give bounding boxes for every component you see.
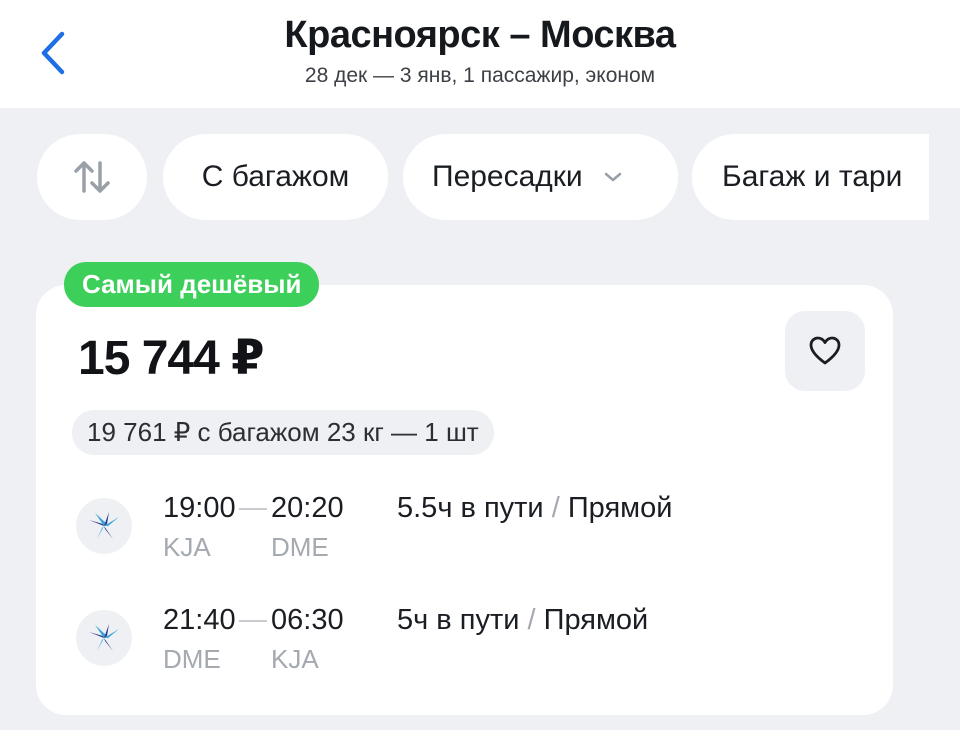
duration-text: 5ч в пути xyxy=(397,604,520,636)
heart-icon xyxy=(809,336,841,365)
filter-baggage-chip[interactable]: С багажом xyxy=(163,134,388,220)
airline-bird-icon xyxy=(89,512,119,539)
departure-airport: KJA xyxy=(163,532,211,562)
page-title: Красноярск – Москва xyxy=(284,14,676,56)
flight-type: Прямой xyxy=(543,604,649,636)
cheapest-badge: Самый дешёвый xyxy=(64,262,320,307)
baggage-price-option[interactable]: 19 761 ₽ с багажом 23 кг — 1 шт xyxy=(72,410,494,455)
flight-segment-outbound: 19:00 20:20 KJA DME 5.5ч в пути / Прямой xyxy=(76,492,876,572)
sort-button[interactable] xyxy=(37,134,147,220)
offer-price: 15 744 ₽ xyxy=(78,332,265,385)
flight-duration: 5ч в пути / Прямой xyxy=(397,604,648,637)
time-separator xyxy=(239,620,267,622)
airline-logo xyxy=(76,610,132,666)
flight-duration: 5.5ч в пути / Прямой xyxy=(397,492,672,525)
time-separator xyxy=(239,508,267,510)
arrival-time: 20:20 xyxy=(271,492,344,524)
favorite-button[interactable] xyxy=(785,311,865,391)
airline-bird-icon xyxy=(89,624,119,651)
flight-type: Прямой xyxy=(567,492,673,524)
filter-transfers-dropdown[interactable]: Пересадки xyxy=(403,134,678,220)
departure-time: 21:40 xyxy=(163,604,236,636)
sort-arrows-icon xyxy=(74,161,110,193)
filter-tariffs-label: Багаж и тари xyxy=(722,160,903,193)
top-bar: Красноярск – Москва 28 дек — 3 янв, 1 па… xyxy=(0,0,960,108)
filter-tariffs-chip[interactable]: Багаж и тари xyxy=(692,134,929,220)
departure-time: 19:00 xyxy=(163,492,236,524)
arrival-airport: DME xyxy=(271,532,329,562)
airline-logo xyxy=(76,498,132,554)
arrival-airport: KJA xyxy=(271,644,319,674)
filter-transfers-label: Пересадки xyxy=(432,160,583,193)
duration-separator: / xyxy=(527,604,536,636)
flight-segment-return: 21:40 06:30 DME KJA 5ч в пути / Прямой xyxy=(76,604,876,684)
departure-airport: DME xyxy=(163,644,221,674)
duration-text: 5.5ч в пути xyxy=(397,492,544,524)
duration-separator: / xyxy=(551,492,560,524)
arrival-time: 06:30 xyxy=(271,604,344,636)
filter-baggage-label: С багажом xyxy=(201,160,350,193)
filter-bar: С багажом Пересадки Багаж и тари xyxy=(37,134,929,220)
search-summary: 28 дек — 3 янв, 1 пассажир, эконом xyxy=(304,64,656,87)
chevron-down-icon xyxy=(603,171,623,183)
